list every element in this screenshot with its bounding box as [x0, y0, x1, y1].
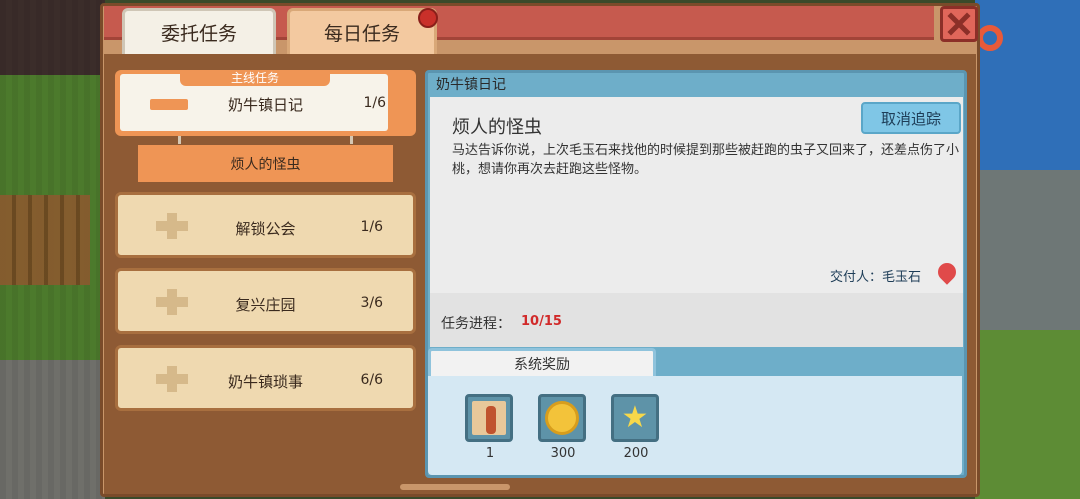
- progress-value: 10/15: [521, 314, 562, 329]
- scroll-handle[interactable]: [400, 484, 510, 490]
- reward-count: 1: [485, 446, 495, 461]
- quest-item-count: 1/6: [360, 219, 383, 235]
- quest-item-count: 3/6: [360, 295, 383, 311]
- reward-slot[interactable]: [465, 394, 513, 442]
- subquest-active[interactable]: 烦人的怪虫: [138, 145, 393, 182]
- quest-main-item[interactable]: 主线任务 奶牛镇日记 1/6: [115, 70, 416, 136]
- subquest-label: 烦人的怪虫: [230, 156, 301, 173]
- cancel-tracking-label: 取消追踪: [880, 109, 941, 128]
- rewards-tab-label: 系统奖励: [514, 356, 570, 373]
- reward-count: 200: [623, 446, 649, 461]
- quest-giver: 交付人：毛玉石: [830, 270, 922, 285]
- quest-item[interactable]: 复兴庄园 3/6: [115, 268, 416, 334]
- reward-slot[interactable]: ★: [611, 394, 659, 442]
- game-background-right: [975, 0, 1080, 499]
- tab-commission[interactable]: 委托任务: [122, 8, 276, 54]
- detail-description: 马达告诉你说，上次毛玉石来找他的时候提到那些被赶跑的虫子又回来了，还差点伤了小桃…: [452, 143, 960, 177]
- gold-coin-icon: [545, 401, 579, 435]
- scroll-item-icon: [472, 401, 506, 435]
- rewards-tab: 系统奖励: [428, 348, 656, 376]
- quest-category-header: 主线任务: [180, 70, 330, 86]
- tab-daily[interactable]: 每日任务: [287, 8, 437, 54]
- cancel-tracking-button[interactable]: 取消追踪: [861, 102, 961, 134]
- quest-item[interactable]: 解锁公会 1/6: [115, 192, 416, 258]
- notification-dot-icon: [418, 8, 438, 28]
- game-background-left: [0, 0, 105, 499]
- lifebuoy-icon: [977, 25, 1003, 51]
- tab-daily-label: 每日任务: [323, 23, 400, 45]
- star-icon: ★: [621, 400, 649, 435]
- detail-title: 奶牛镇日记: [436, 77, 506, 93]
- connector-tick: [178, 136, 181, 144]
- tab-commission-label: 委托任务: [160, 23, 237, 45]
- detail-heading: 烦人的怪虫: [452, 117, 542, 138]
- close-button[interactable]: [940, 6, 978, 42]
- connector-tick: [350, 136, 353, 144]
- fence-decoration: [0, 195, 90, 285]
- reward-slot[interactable]: [538, 394, 586, 442]
- quest-item-count: 6/6: [360, 372, 383, 388]
- quest-main-count: 1/6: [363, 95, 386, 111]
- reward-count: 300: [550, 446, 576, 461]
- close-icon: [947, 12, 971, 36]
- progress-label: 任务进程：: [441, 316, 511, 332]
- quest-item[interactable]: 奶牛镇琐事 6/6: [115, 345, 416, 411]
